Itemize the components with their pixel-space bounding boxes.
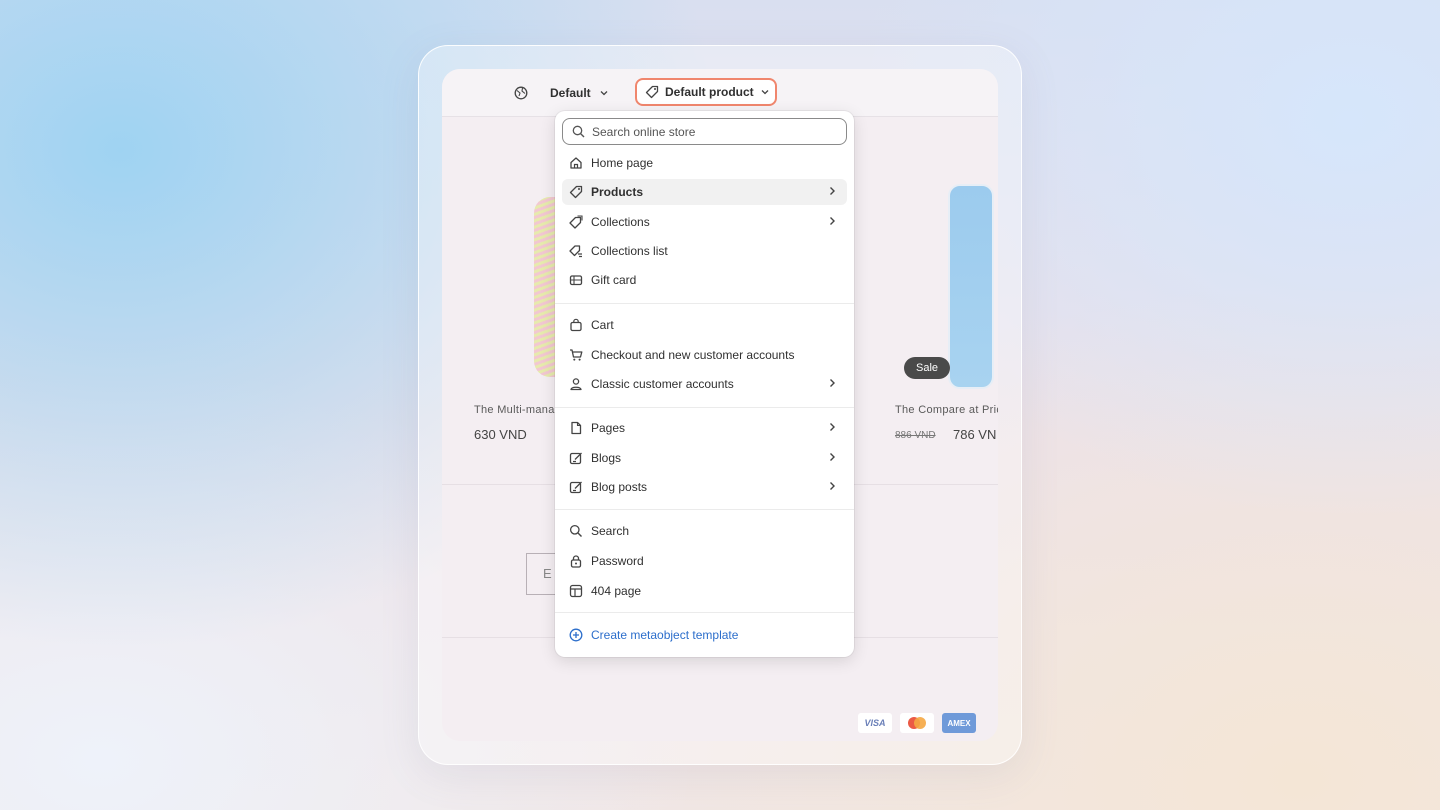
chevron-right-icon — [827, 378, 837, 388]
menu-item-label: Home page — [591, 156, 654, 170]
menu-item-label: Pages — [591, 421, 626, 435]
template-selector[interactable]: Default product — [635, 78, 777, 106]
sale-badge: Sale — [904, 357, 950, 379]
gift-card-icon — [569, 273, 583, 287]
chevron-right-icon — [827, 216, 837, 226]
cart-bag-icon — [569, 318, 583, 332]
template-dropdown: Search online store Home page Products Col… — [555, 111, 854, 657]
chevron-right-icon — [827, 422, 837, 432]
menu-item-label: Blog posts — [591, 480, 648, 494]
checkout-cart-icon — [569, 348, 583, 362]
person-icon — [569, 377, 583, 391]
menu-item-label: Classic customer accounts — [591, 377, 734, 391]
tag-icon — [645, 85, 659, 99]
menu-item-label: 404 page — [591, 584, 642, 598]
menu-item-password[interactable]: Password — [562, 548, 847, 574]
menu-item-label: Products — [591, 185, 644, 199]
globe-icon — [514, 86, 528, 100]
menu-item-cart[interactable]: Cart — [562, 312, 847, 338]
menu-item-home-page[interactable]: Home page — [562, 150, 847, 176]
product-price: 630 VND — [474, 427, 527, 442]
menu-item-pages[interactable]: Pages — [562, 415, 847, 441]
create-metaobject-label: Create metaobject template — [591, 628, 739, 642]
menu-item-label: Search — [591, 524, 630, 538]
tag-icon — [569, 185, 583, 199]
menu-item-404-page[interactable]: 404 page — [562, 578, 847, 604]
payment-icons: VISA AMEX — [858, 713, 976, 733]
search-placeholder: Search online store — [592, 124, 696, 139]
search-icon — [572, 125, 585, 138]
home-icon — [569, 156, 583, 170]
plus-circle-icon — [569, 628, 583, 642]
visa-icon: VISA — [858, 713, 892, 733]
chevron-right-icon — [827, 186, 837, 196]
menu-item-checkout-and-new-customer-accounts[interactable]: Checkout and new customer accounts — [562, 342, 847, 368]
search-icon — [569, 524, 583, 538]
template-label: Default product — [665, 85, 754, 99]
page-icon — [569, 421, 583, 435]
collection-list-icon — [569, 244, 583, 258]
menu-item-label: Checkout and new customer accounts — [591, 348, 795, 362]
menu-divider — [555, 303, 854, 304]
blog-post-icon — [569, 480, 583, 494]
chevron-right-icon — [827, 481, 837, 491]
language-label: Default — [550, 86, 591, 100]
product-title[interactable]: The Multi-mana — [474, 404, 555, 416]
blog-icon — [569, 451, 583, 465]
mastercard-icon — [900, 713, 934, 733]
chevron-down-icon — [760, 87, 770, 97]
product-compare-price: 886 VND — [895, 430, 936, 441]
menu-item-products[interactable]: Products — [562, 179, 847, 205]
menu-item-classic-customer-accounts[interactable]: Classic customer accounts — [562, 371, 847, 397]
amex-icon: AMEX — [942, 713, 976, 733]
404-page-icon — [569, 584, 583, 598]
chevron-down-icon — [599, 88, 609, 98]
menu-item-collections-list[interactable]: Collections list — [562, 238, 847, 264]
menu-divider — [555, 612, 854, 613]
menu-item-label: Gift card — [591, 273, 637, 287]
menu-item-label: Blogs — [591, 451, 622, 465]
lock-icon — [569, 554, 583, 568]
menu-divider — [555, 509, 854, 510]
menu-item-label: Collections — [591, 215, 650, 229]
menu-item-gift-card[interactable]: Gift card — [562, 267, 847, 293]
snowboard-image-right[interactable] — [948, 184, 994, 389]
create-metaobject-template-button[interactable]: Create metaobject template — [562, 622, 847, 648]
search-input[interactable]: Search online store — [562, 118, 847, 145]
menu-item-collections[interactable]: Collections — [562, 209, 847, 235]
chevron-right-icon — [827, 452, 837, 462]
product-title[interactable]: The Compare at Pric — [895, 404, 998, 416]
menu-item-label: Cart — [591, 318, 614, 332]
menu-item-blog-posts[interactable]: Blog posts — [562, 474, 847, 500]
menu-divider — [555, 407, 854, 408]
product-price: 786 VN — [953, 427, 997, 442]
collection-icon — [569, 215, 583, 229]
editor-topbar: Default Default product — [442, 69, 998, 117]
menu-item-label: Collections list — [591, 244, 668, 258]
menu-item-search[interactable]: Search — [562, 518, 847, 544]
language-selector[interactable]: Default — [514, 83, 609, 103]
menu-item-blogs[interactable]: Blogs — [562, 445, 847, 471]
menu-item-label: Password — [591, 554, 644, 568]
